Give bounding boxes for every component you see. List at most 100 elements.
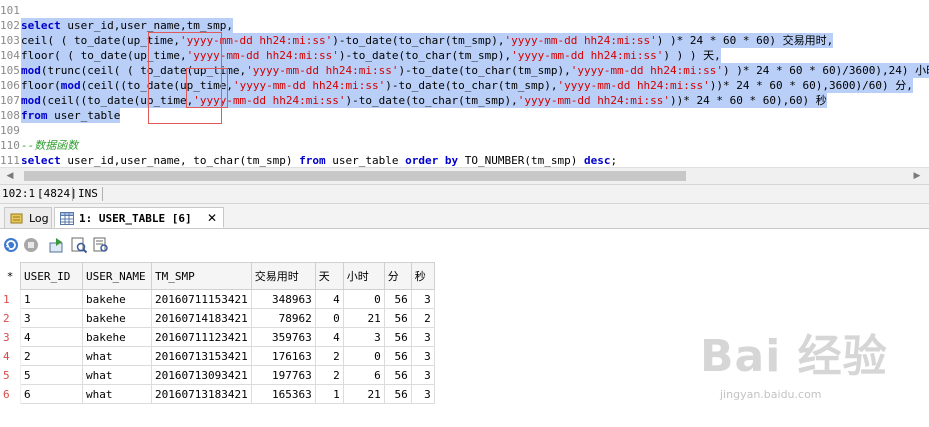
row-number[interactable]: 6 — [0, 384, 21, 404]
table-cell[interactable]: 3 — [410, 384, 435, 404]
column-header[interactable]: 分 — [383, 262, 412, 290]
column-header[interactable]: 交易用时 — [250, 262, 316, 290]
table-cell[interactable]: 6 — [20, 384, 83, 404]
table-cell[interactable]: 21 — [342, 384, 385, 404]
refresh-icon[interactable] — [2, 236, 20, 254]
table-row[interactable]: 2 3 bakehe 20160714183421 78962 0 21 56 2 — [0, 308, 435, 328]
column-header[interactable]: 小时 — [342, 262, 385, 290]
table-cell[interactable]: 348963 — [250, 289, 316, 309]
table-cell[interactable]: 56 — [383, 308, 412, 328]
table-row[interactable]: 6 6 what 20160713183421 165363 1 21 56 3 — [0, 384, 435, 404]
table-cell[interactable]: 3 — [410, 365, 435, 385]
sql-keyword: from — [299, 154, 326, 167]
scrollbar-thumb[interactable] — [24, 171, 686, 181]
column-header[interactable]: 天 — [314, 262, 344, 290]
code-line[interactable]: 109 — [0, 123, 929, 138]
table-cell[interactable]: 3 — [410, 327, 435, 347]
table-cell[interactable]: 0 — [342, 346, 385, 366]
table-cell[interactable]: 56 — [383, 289, 412, 309]
stop-icon[interactable] — [22, 236, 40, 254]
sql-text: ; — [610, 154, 618, 167]
table-cell[interactable]: what — [82, 384, 152, 404]
tab-user-table[interactable]: 1: USER_TABLE [6] ✕ — [54, 207, 224, 228]
row-header-corner[interactable]: * — [0, 262, 21, 290]
row-number[interactable]: 2 — [0, 308, 21, 328]
table-cell[interactable]: 197763 — [250, 365, 316, 385]
table-cell[interactable]: 2 — [410, 308, 435, 328]
table-cell[interactable]: 2 — [314, 346, 344, 366]
scroll-right-arrow-icon[interactable]: ▶ — [911, 170, 923, 182]
table-cell[interactable]: 4 — [20, 327, 83, 347]
result-toolbar — [0, 229, 929, 259]
table-cell[interactable]: 176163 — [250, 346, 316, 366]
table-cell[interactable]: 165363 — [250, 384, 316, 404]
table-cell[interactable]: 0 — [342, 289, 385, 309]
table-cell[interactable]: 359763 — [250, 327, 316, 347]
table-cell[interactable]: 4 — [314, 289, 344, 309]
table-cell[interactable]: 6 — [342, 365, 385, 385]
find-icon[interactable] — [70, 236, 88, 254]
table-cell[interactable]: 20160711123421 — [151, 327, 252, 347]
scroll-left-arrow-icon[interactable]: ◀ — [4, 170, 16, 182]
row-number[interactable]: 3 — [0, 327, 21, 347]
table-cell[interactable]: 5 — [20, 365, 83, 385]
row-number[interactable]: 1 — [0, 289, 21, 309]
table-cell[interactable]: 78962 — [250, 308, 316, 328]
code-line[interactable]: 110 --数据函数 — [0, 138, 929, 153]
table-cell[interactable]: 20160714183421 — [151, 308, 252, 328]
table-cell[interactable]: 56 — [383, 384, 412, 404]
table-cell[interactable]: 56 — [383, 327, 412, 347]
table-row[interactable]: 5 5 what 20160713093421 197763 2 6 56 3 — [0, 365, 435, 385]
table-cell[interactable]: what — [82, 346, 152, 366]
table-cell[interactable]: 20160713153421 — [151, 346, 252, 366]
table-cell[interactable]: 20160713093421 — [151, 365, 252, 385]
code-line[interactable]: 101 — [0, 3, 929, 18]
close-tab-icon[interactable]: ✕ — [207, 208, 217, 229]
editor-horizontal-scrollbar[interactable]: ◀ ▶ — [0, 167, 929, 184]
code-line[interactable]: 105 mod(trunc(ceil( ( to_date(up_time,'yy… — [0, 63, 929, 78]
table-cell[interactable]: 3 — [410, 289, 435, 309]
table-cell[interactable]: 2 — [20, 346, 83, 366]
table-row[interactable]: 3 4 bakehe 20160711123421 359763 4 3 56 3 — [0, 327, 435, 347]
code-line[interactable]: 104 floor( ( to_date(up_time,'yyyy-mm-dd … — [0, 48, 929, 63]
column-header[interactable]: USER_NAME — [82, 262, 152, 290]
table-cell[interactable]: 56 — [383, 365, 412, 385]
table-cell[interactable]: 0 — [314, 308, 344, 328]
table-cell[interactable]: 21 — [342, 308, 385, 328]
table-cell[interactable]: 1 — [20, 289, 83, 309]
code-line[interactable]: 102 select user_id,user_name,tm_smp, — [0, 18, 929, 33]
table-cell[interactable]: 20160711153421 — [151, 289, 252, 309]
column-header[interactable]: USER_ID — [20, 262, 83, 290]
table-cell[interactable]: 56 — [383, 346, 412, 366]
sql-editor[interactable]: 101 102 select user_id,user_name,tm_smp, 10… — [0, 0, 929, 167]
edit-mode: INS — [78, 187, 98, 200]
table-cell[interactable]: 1 — [314, 384, 344, 404]
table-row[interactable]: 4 2 what 20160713153421 176163 2 0 56 3 — [0, 346, 435, 366]
row-number[interactable]: 4 — [0, 346, 21, 366]
code-line[interactable]: 108 from user_table — [0, 108, 929, 123]
line-number: 102 — [0, 19, 20, 32]
code-line[interactable]: 103 ceil( ( to_date(up_time,'yyyy-mm-dd h… — [0, 33, 929, 48]
code-line[interactable]: 111 select user_id,user_name, to_char(tm_… — [0, 153, 929, 167]
table-cell[interactable]: 20160713183421 — [151, 384, 252, 404]
line-number: 105 — [0, 64, 20, 77]
table-cell[interactable]: bakehe — [82, 327, 152, 347]
table-cell[interactable]: 3 — [342, 327, 385, 347]
sql-string: 'yyyy-mm-dd hh24:mi:ss' — [570, 64, 724, 77]
filter-icon[interactable] — [92, 236, 110, 254]
table-cell[interactable]: bakehe — [82, 308, 152, 328]
table-cell[interactable]: 2 — [314, 365, 344, 385]
column-header[interactable]: 秒 — [410, 262, 435, 290]
code-line[interactable]: 106 floor(mod(ceil((to_date(up_time,'yyyy… — [0, 78, 929, 93]
table-cell[interactable]: 3 — [410, 346, 435, 366]
table-cell[interactable]: 4 — [314, 327, 344, 347]
table-cell[interactable]: bakehe — [82, 289, 152, 309]
table-cell[interactable]: 3 — [20, 308, 83, 328]
export-icon[interactable] — [48, 236, 66, 254]
column-header[interactable]: TM_SMP — [151, 262, 252, 290]
table-row[interactable]: 1 1 bakehe 20160711153421 348963 4 0 56 3 — [0, 289, 435, 309]
row-number[interactable]: 5 — [0, 365, 21, 385]
table-cell[interactable]: what — [82, 365, 152, 385]
tab-log[interactable]: Log — [4, 207, 52, 228]
code-line[interactable]: 107 mod(ceil((to_date(up_time,'yyyy-mm-dd… — [0, 93, 929, 108]
